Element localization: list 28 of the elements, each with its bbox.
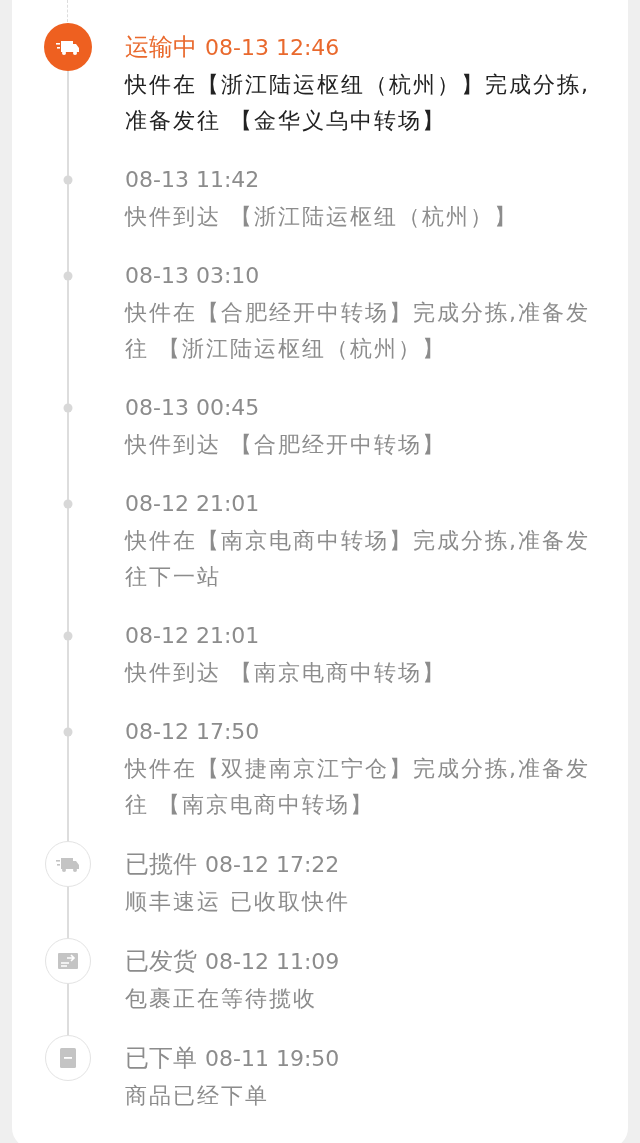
event-description: 包裹正在等待揽收 bbox=[125, 985, 318, 1013]
event-description: 快件在【合肥经开中转场】完成分拣,准备发往 【浙江陆运枢纽（杭州）】 bbox=[125, 299, 591, 363]
event-description: 快件到达 【浙江陆运枢纽（杭州）】 bbox=[125, 203, 519, 231]
event-description: 快件在【浙江陆运枢纽（杭州）】完成分拣,准备发往 【金华义乌中转场】 bbox=[125, 71, 591, 135]
timestamp: 08-12 21:01 bbox=[125, 622, 260, 650]
status-label: 已揽件 bbox=[125, 849, 197, 880]
timestamp: 08-12 17:22 bbox=[205, 851, 340, 879]
timestamp: 08-13 03:10 bbox=[125, 262, 260, 290]
timestamp: 08-12 11:09 bbox=[205, 948, 340, 976]
document-icon bbox=[60, 1048, 76, 1068]
event-description: 快件在【南京电商中转场】完成分拣,准备发往下一站 bbox=[125, 527, 591, 591]
timestamp: 08-13 00:45 bbox=[125, 394, 260, 422]
status-label: 已发货 bbox=[125, 946, 197, 977]
truck-icon bbox=[56, 39, 80, 55]
status-label: 运输中 bbox=[125, 32, 197, 63]
event-description: 快件在【双捷南京江宁仓】完成分拣,准备发往 【南京电商中转场】 bbox=[125, 755, 591, 819]
event-description: 商品已经下单 bbox=[125, 1082, 270, 1110]
timestamp: 08-11 19:50 bbox=[205, 1045, 340, 1073]
status-label: 已下单 bbox=[125, 1043, 197, 1074]
timestamp: 08-12 21:01 bbox=[125, 490, 260, 518]
timestamp: 08-12 17:50 bbox=[125, 718, 260, 746]
truck-icon bbox=[56, 856, 80, 872]
event-description: 顺丰速运 已收取快件 bbox=[125, 888, 351, 916]
arrow-icon bbox=[58, 953, 78, 969]
event-description: 快件到达 【合肥经开中转场】 bbox=[125, 431, 447, 459]
event-description: 快件到达 【南京电商中转场】 bbox=[125, 659, 447, 687]
timestamp: 08-13 12:46 bbox=[205, 34, 340, 62]
timestamp: 08-13 11:42 bbox=[125, 166, 260, 194]
